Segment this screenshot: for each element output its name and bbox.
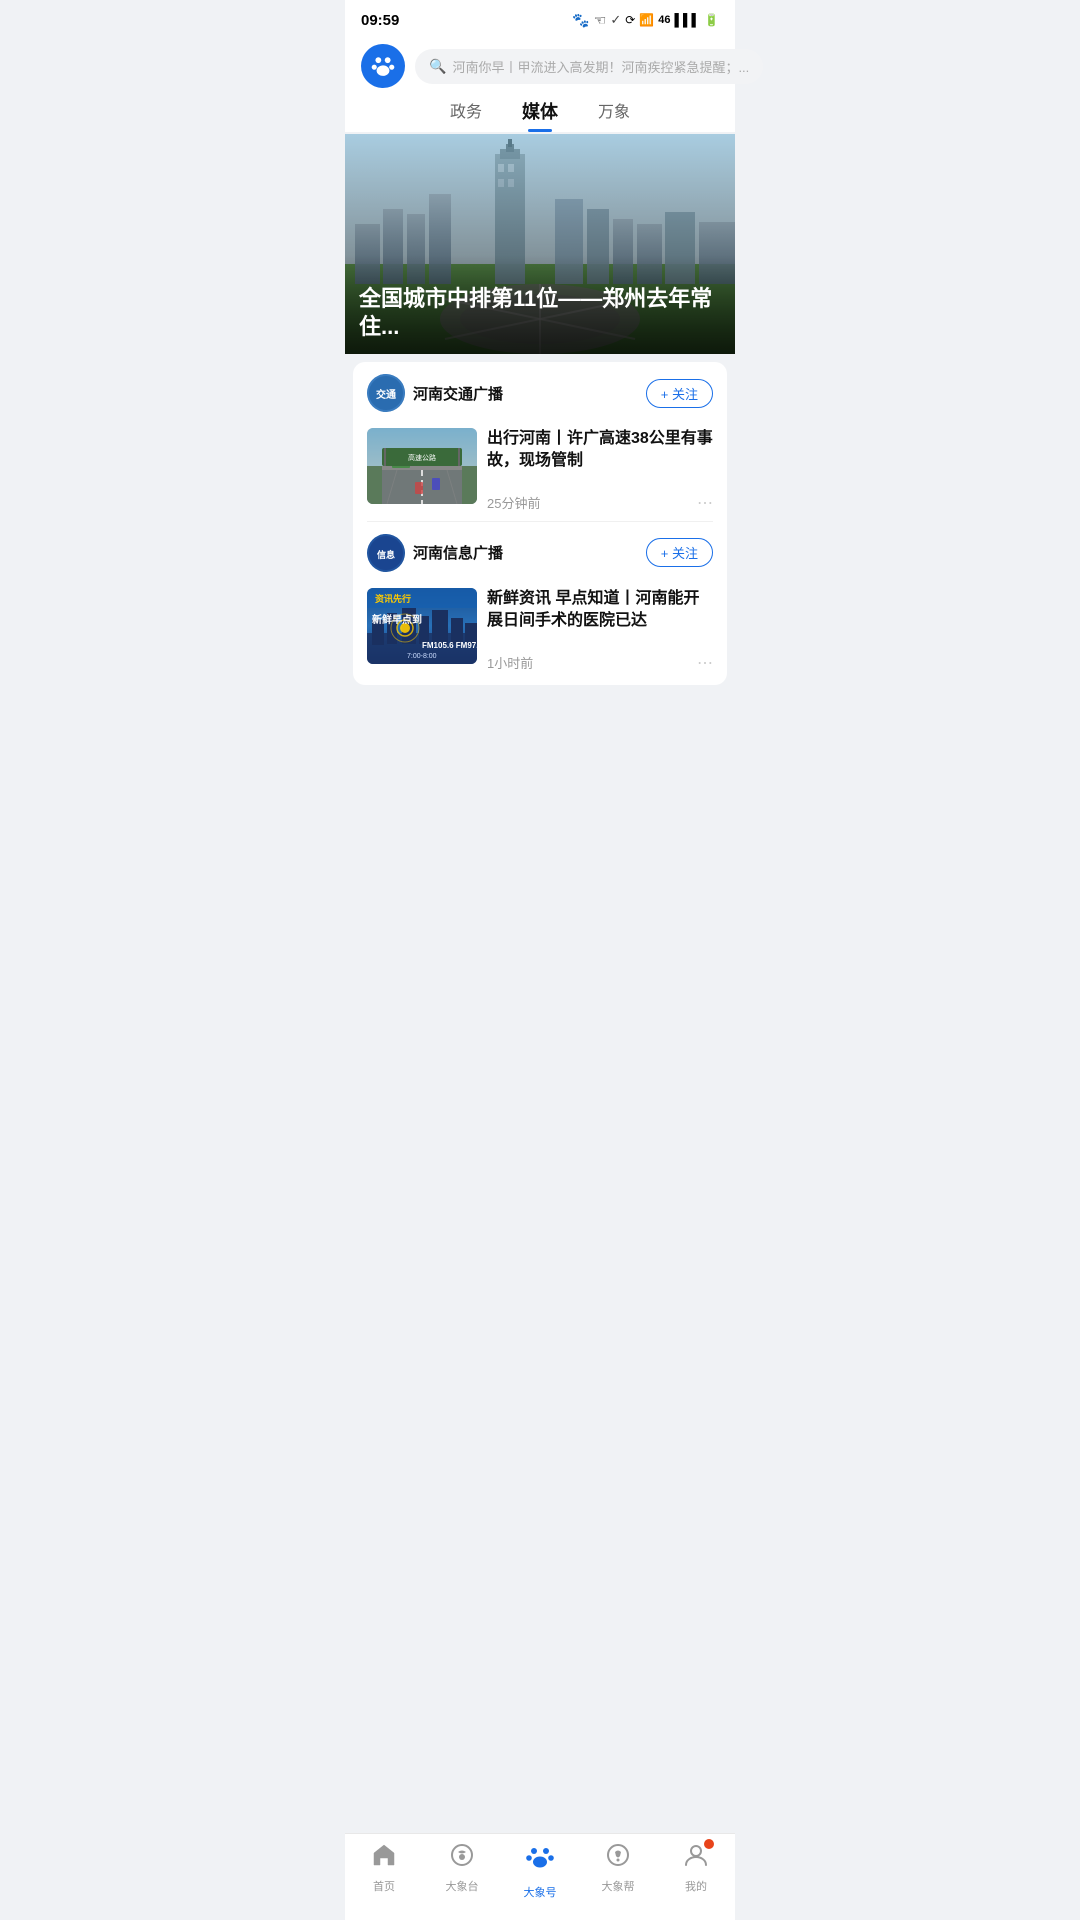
svg-text:7:00-8:00: 7:00-8:00	[407, 653, 437, 660]
channel-header-2: 信息 河南信息广播 + 关注	[353, 522, 727, 580]
tab-meiti[interactable]: 媒体	[522, 98, 558, 132]
svg-text:新鲜早点到: 新鲜早点到	[372, 613, 422, 626]
mine-badge	[703, 1838, 715, 1850]
svg-text:交通: 交通	[376, 388, 396, 401]
nav-label-mine: 我的	[685, 1878, 707, 1894]
channel-name-2: 河南信息广播	[413, 542, 503, 563]
status-time: 09:59	[361, 12, 399, 29]
header: 🔍 河南你早丨甲流进入高发期！河南疾控紧急提醒；...	[345, 36, 735, 88]
search-icon: 🔍	[429, 58, 446, 75]
hero-overlay: 全国城市中排第11位——郑州去年常住...	[345, 255, 735, 354]
channel-header-1: 交通 河南交通广播 + 关注	[353, 362, 727, 420]
nav-label-daxbang: 大象帮	[602, 1878, 635, 1894]
app-logo[interactable]	[361, 44, 405, 88]
channel-avatar-1: 交通	[367, 374, 405, 412]
bottom-nav: 首页 大象台 大象号	[345, 1833, 735, 1920]
svg-text:FM105.6 FM97.5: FM105.6 FM97.5	[422, 641, 477, 650]
nav-item-mine[interactable]: 我的	[666, 1842, 726, 1900]
status-hand-icon: ☜	[594, 12, 607, 29]
status-signal-icon: ⟳	[625, 13, 635, 27]
channel-name-1: 河南交通广播	[413, 383, 503, 404]
nav-label-home: 首页	[373, 1878, 395, 1894]
status-battery-icon: 🔋	[704, 13, 719, 27]
status-network-icon: ▌▌▌	[675, 13, 701, 27]
status-bar: 09:59 🐾 ☜ ✓ ⟳ 📶 46 ▌▌▌ 🔋	[345, 0, 735, 36]
search-placeholder: 河南你早丨甲流进入高发期！河南疾控紧急提醒；...	[452, 57, 749, 76]
status-4g-icon: 46	[658, 14, 670, 26]
tab-wanxiang[interactable]: 万象	[598, 98, 630, 132]
news-meta-1: 25分钟前 ⋯	[487, 493, 713, 513]
channel-avatar-svg-1: 交通	[367, 374, 405, 412]
channel-left-1: 交通 河南交通广播	[367, 374, 503, 412]
main-content: 全国城市中排第11位——郑州去年常住... 交通 河南交通广播 + 关注	[345, 134, 735, 773]
status-wifi-icon: 📶	[639, 13, 654, 27]
follow-button-1[interactable]: + 关注	[646, 379, 713, 408]
news-time-1: 25分钟前	[487, 493, 540, 512]
nav-label-daxtai: 大象台	[446, 1878, 479, 1894]
news-time-2: 1小时前	[487, 653, 533, 672]
mine-icon	[683, 1842, 709, 1875]
news-title-1: 出行河南丨许广高速38公里有事故，现场管制	[487, 428, 713, 473]
nav-item-daxhao[interactable]: 大象号	[510, 1842, 570, 1900]
news-item-2[interactable]: FM105.6 FM97.5 7:00-8:00 资讯先行 新鲜早点到 新鲜资讯…	[353, 580, 727, 681]
svg-text:高速公路: 高速公路	[408, 453, 436, 462]
svg-text:资讯先行: 资讯先行	[375, 593, 411, 604]
app-logo-icon	[369, 52, 397, 80]
nav-item-home[interactable]: 首页	[354, 1842, 414, 1900]
news-content-2: 新鲜资讯 早点知道丨河南能开展日间手术的医院已达 1小时前 ⋯	[487, 588, 713, 673]
svg-text:信息: 信息	[377, 549, 395, 560]
hero-title: 全国城市中排第11位——郑州去年常住...	[359, 285, 721, 342]
follow-button-2[interactable]: + 关注	[646, 538, 713, 567]
nav-item-daxbang[interactable]: 大象帮	[588, 1842, 648, 1900]
news-container: 交通 河南交通广播 + 关注	[353, 362, 727, 685]
daxtai-icon	[449, 1842, 475, 1875]
channel-avatar-2: 信息	[367, 534, 405, 572]
channel-left-2: 信息 河南信息广播	[367, 534, 503, 572]
tab-nav: 政务 媒体 万象	[345, 88, 735, 132]
hero-section[interactable]: 全国城市中排第11位——郑州去年常住...	[345, 134, 735, 354]
status-paw-icon: 🐾	[572, 12, 589, 29]
status-icons: 🐾 ☜ ✓ ⟳ 📶 46 ▌▌▌ 🔋	[572, 12, 719, 29]
news-thumb-2: FM105.6 FM97.5 7:00-8:00 资讯先行 新鲜早点到	[367, 588, 477, 664]
daxbang-icon	[605, 1842, 631, 1875]
nav-label-daxhao: 大象号	[524, 1884, 557, 1900]
news-title-2: 新鲜资讯 早点知道丨河南能开展日间手术的医院已达	[487, 588, 713, 633]
news-thumb-1: 高速公路	[367, 428, 477, 504]
channel-avatar-svg-2: 信息	[367, 534, 405, 572]
more-icon-2[interactable]: ⋯	[697, 653, 713, 673]
nav-item-daxtai[interactable]: 大象台	[432, 1842, 492, 1900]
home-icon	[371, 1842, 397, 1875]
news-thumb-svg-2: FM105.6 FM97.5 7:00-8:00 资讯先行 新鲜早点到	[367, 588, 477, 664]
status-shield-icon: ✓	[610, 12, 621, 28]
search-bar[interactable]: 🔍 河南你早丨甲流进入高发期！河南疾控紧急提醒；...	[415, 49, 763, 84]
more-icon-1[interactable]: ⋯	[697, 493, 713, 513]
tab-zhengwu[interactable]: 政务	[450, 98, 482, 132]
news-item-1[interactable]: 高速公路 出行河南丨许广高速38公里有事故，现场管制 25分钟前 ⋯	[353, 420, 727, 521]
news-thumb-svg-1: 高速公路	[367, 428, 477, 504]
news-content-1: 出行河南丨许广高速38公里有事故，现场管制 25分钟前 ⋯	[487, 428, 713, 513]
daxhao-icon	[524, 1842, 556, 1881]
news-meta-2: 1小时前 ⋯	[487, 653, 713, 673]
